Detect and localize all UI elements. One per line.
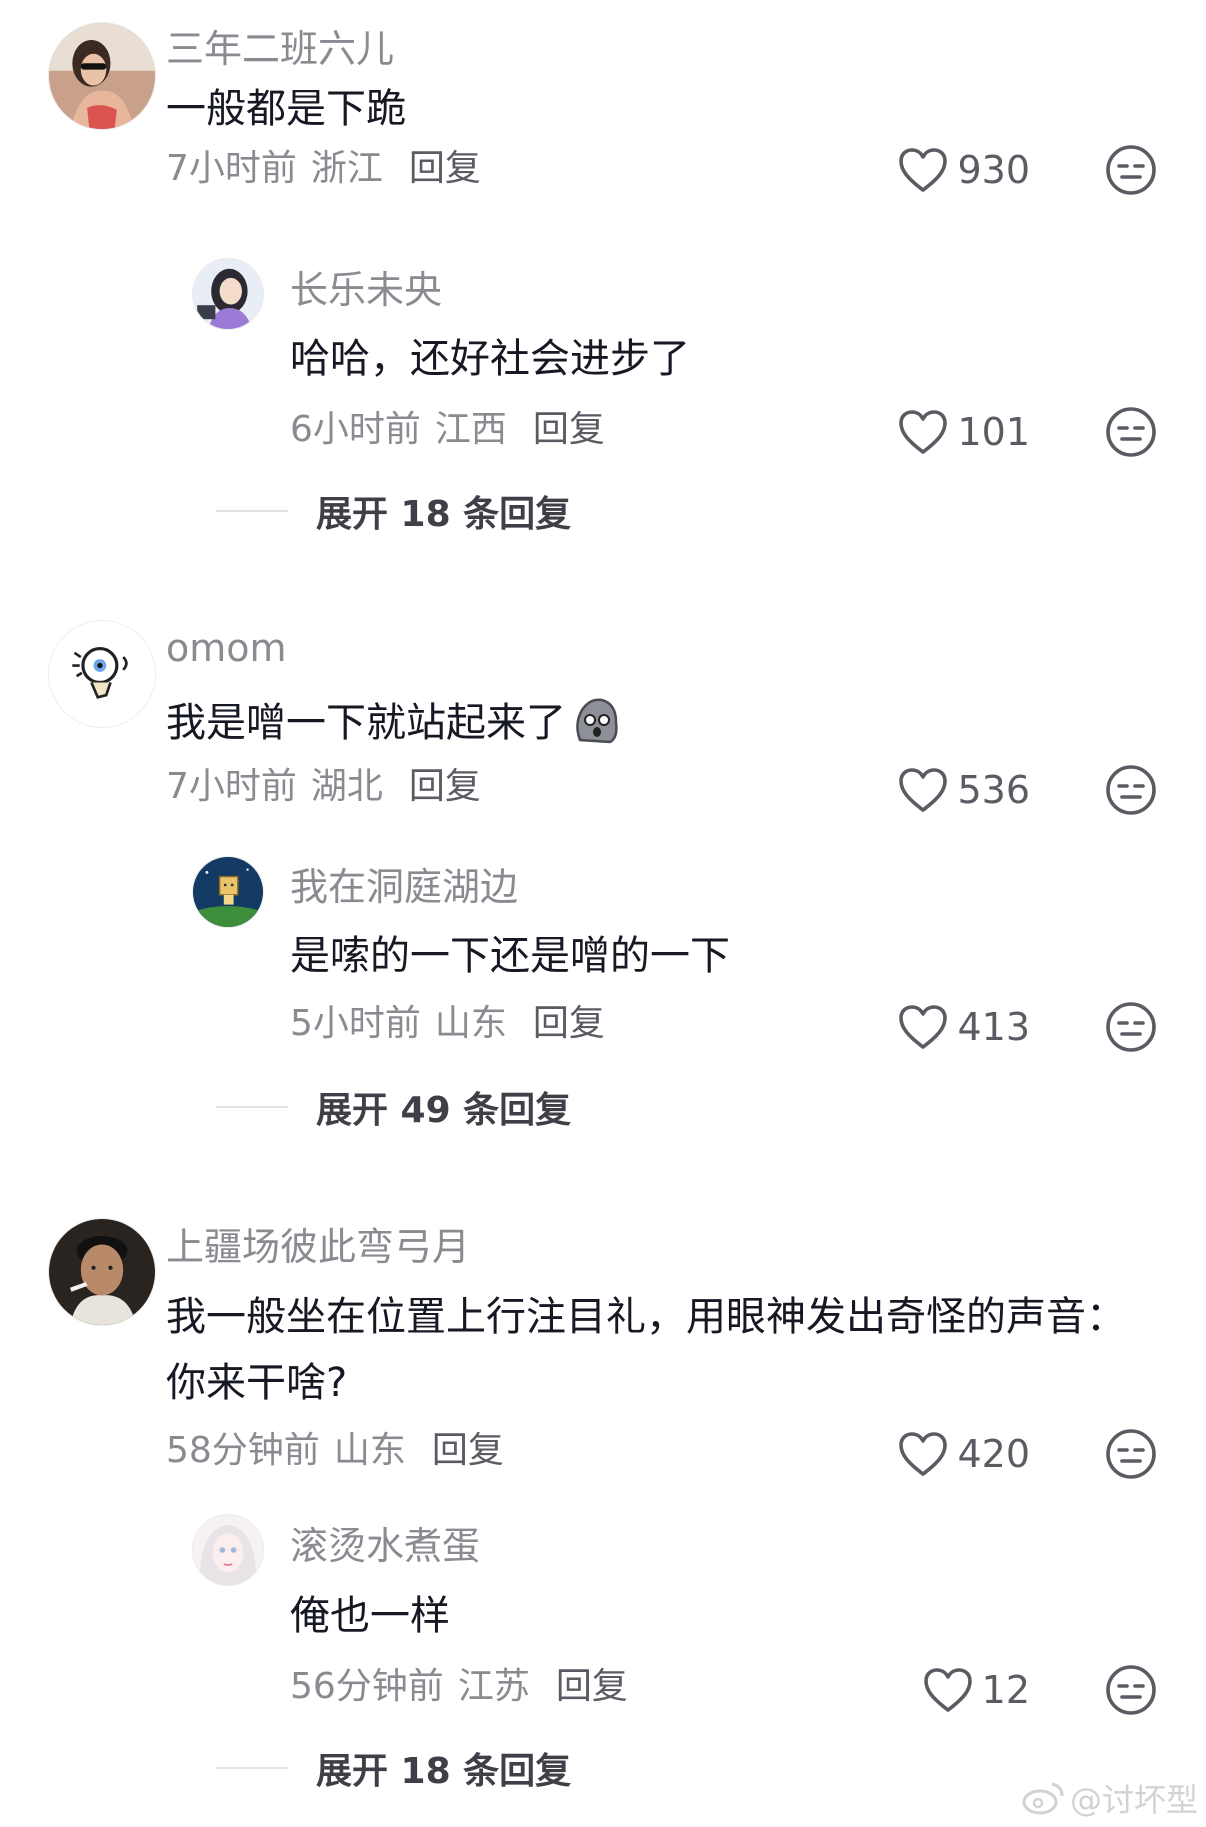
reply-text: 俺也一样: [290, 1593, 450, 1639]
reply-meta: 5小时前 山东 回复: [290, 1001, 605, 1047]
avatar-image: [49, 23, 155, 129]
like-button[interactable]: 12: [922, 1660, 1030, 1720]
comment-time: 58分钟前: [166, 1430, 320, 1471]
heart-outline-icon: [899, 1432, 948, 1476]
comment-username[interactable]: 上疆场彼此弯弓月: [166, 1224, 470, 1270]
heart-outline-icon: [923, 1668, 972, 1712]
expand-replies-label: 展开 18 条回复: [316, 494, 572, 535]
reply-username[interactable]: 长乐未央: [290, 267, 442, 313]
reply-button[interactable]: 回复: [409, 148, 481, 189]
comment-text: 我是噌一下就站起来了: [166, 690, 1106, 756]
dislike-button[interactable]: [1104, 1663, 1158, 1717]
reply-avatar[interactable]: [192, 1514, 264, 1586]
heart-outline-icon: [899, 768, 948, 812]
like-button[interactable]: 413: [897, 997, 1030, 1057]
reply-button[interactable]: 回复: [432, 1430, 504, 1471]
comment-meta: 7小时前 浙江 回复: [166, 146, 481, 192]
expand-replies-label: 展开 49 条回复: [316, 1090, 572, 1131]
unamused-face-icon: [1106, 1665, 1156, 1715]
like-button[interactable]: 420: [897, 1424, 1030, 1484]
weibo-logo-icon: [1022, 1782, 1064, 1815]
reply-text: 哈哈，还好社会进步了: [290, 336, 690, 382]
reply-meta: 56分钟前 江苏 回复: [290, 1664, 628, 1710]
reply-time: 56分钟前: [290, 1666, 444, 1707]
avatar-image: [49, 621, 155, 727]
reply-username[interactable]: 滚烫水煮蛋: [290, 1523, 480, 1569]
comment-location: 湖北: [310, 766, 383, 807]
divider-line: [216, 510, 288, 512]
heart-outline-icon: [899, 148, 948, 192]
expand-replies-button[interactable]: 展开 18 条回复: [216, 488, 572, 535]
like-count: 12: [981, 1668, 1030, 1712]
watermark: @讨坏型: [1022, 1775, 1198, 1821]
reply-button[interactable]: 回复: [556, 1666, 628, 1707]
like-button[interactable]: 930: [897, 140, 1030, 200]
unamused-face-icon: [1106, 407, 1156, 457]
comment-time: 7小时前: [166, 148, 297, 189]
unamused-face-icon: [1106, 1429, 1156, 1479]
dislike-button[interactable]: [1104, 405, 1158, 459]
avatar[interactable]: [48, 22, 156, 130]
heart-outline-icon: [899, 1005, 948, 1049]
avatar[interactable]: [48, 620, 156, 728]
comment-location: 山东: [333, 1430, 406, 1471]
comment-username[interactable]: 三年二班六儿: [166, 26, 394, 72]
comment-username[interactable]: omom: [166, 625, 287, 671]
dislike-button[interactable]: [1104, 1427, 1158, 1481]
watermark-text: @讨坏型: [1069, 1781, 1198, 1819]
reply-location: 江苏: [457, 1666, 530, 1707]
unamused-face-icon: [1106, 145, 1156, 195]
avatar[interactable]: [48, 1218, 156, 1326]
comment-meta: 7小时前 湖北 回复: [166, 764, 481, 810]
reply-location: 江西: [434, 409, 507, 450]
reply-button[interactable]: 回复: [533, 1003, 605, 1044]
comment-text: 我一般坐在位置上行注目礼，用眼神发出奇怪的声音：你来干啥?: [166, 1294, 1126, 1406]
reply-button[interactable]: 回复: [409, 766, 481, 807]
divider-line: [216, 1106, 288, 1108]
like-button[interactable]: 101: [897, 402, 1030, 462]
reply-avatar[interactable]: [192, 258, 264, 330]
like-count: 101: [957, 410, 1030, 454]
dislike-button[interactable]: [1104, 143, 1158, 197]
like-button[interactable]: 536: [897, 760, 1030, 820]
like-count: 536: [957, 768, 1030, 812]
avatar-image: [193, 857, 263, 927]
like-count: 930: [957, 148, 1030, 192]
expand-replies-label: 展开 18 条回复: [316, 1751, 572, 1792]
reply-username[interactable]: 我在洞庭湖边: [290, 864, 518, 910]
reply-time: 6小时前: [290, 409, 421, 450]
reply-button[interactable]: 回复: [533, 409, 605, 450]
heart-outline-icon: [899, 410, 948, 454]
like-count: 413: [957, 1005, 1030, 1049]
comment-meta: 58分钟前 山东 回复: [166, 1428, 504, 1474]
avatar-image: [193, 1515, 263, 1585]
reply-meta: 6小时前 江西 回复: [290, 407, 605, 453]
comment-location: 浙江: [310, 148, 383, 189]
comment-time: 7小时前: [166, 766, 297, 807]
comment-text-content: 我是噌一下就站起来了: [166, 700, 566, 746]
reply-avatar[interactable]: [192, 856, 264, 928]
dislike-button[interactable]: [1104, 763, 1158, 817]
reply-text: 是嗦的一下还是噌的一下: [290, 933, 730, 979]
expand-replies-button[interactable]: 展开 18 条回复: [216, 1745, 572, 1792]
reply-time: 5小时前: [290, 1003, 421, 1044]
like-count: 420: [957, 1432, 1030, 1476]
avatar-image: [193, 259, 263, 329]
worried-blob-emoji: [576, 698, 618, 744]
comment-text: 一般都是下跪: [166, 86, 406, 132]
expand-replies-button[interactable]: 展开 49 条回复: [216, 1084, 572, 1131]
avatar-image: [49, 1219, 155, 1325]
unamused-face-icon: [1106, 765, 1156, 815]
divider-line: [216, 1767, 288, 1769]
unamused-face-icon: [1106, 1002, 1156, 1052]
reply-location: 山东: [434, 1003, 507, 1044]
dislike-button[interactable]: [1104, 1000, 1158, 1054]
